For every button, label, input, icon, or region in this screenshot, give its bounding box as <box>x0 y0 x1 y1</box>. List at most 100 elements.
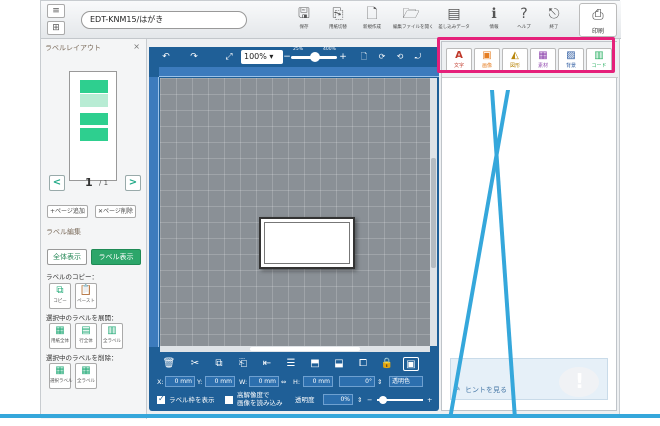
thumbnail-label[interactable] <box>80 112 108 125</box>
help-icon: ? <box>520 6 528 22</box>
next-page-button[interactable]: > <box>125 175 141 191</box>
paste-button[interactable]: 📋 ペースト <box>75 283 97 309</box>
link-icon[interactable]: ⇔ <box>281 376 286 388</box>
height-field[interactable]: 0 mm <box>303 376 333 387</box>
angle-stepper-icon[interactable]: ⇕ <box>377 376 382 388</box>
lock-icon[interactable]: 🔒 <box>379 357 395 371</box>
exclamation-icon: ! <box>575 369 585 393</box>
menu-icon[interactable]: ≡ <box>47 4 65 18</box>
show-frame-label: ラベル枠を表示 <box>169 396 215 404</box>
callout-baseline <box>0 414 660 418</box>
opacity-minus-icon[interactable]: − <box>367 396 372 404</box>
opacity-stepper-icon[interactable]: ⇕ <box>357 396 362 404</box>
zoom-slider-handle[interactable] <box>310 52 320 62</box>
page-navigator: < 1 / 1 > <box>49 175 141 193</box>
exit-icon: ⎋ <box>548 6 560 22</box>
hint-link[interactable]: ヒントを見る <box>465 385 507 395</box>
open-file-button[interactable]: 🗁 編集ファイルを開く <box>391 5 434 37</box>
expand-labels-button[interactable]: ▥ 全ラベル <box>101 323 123 349</box>
options-row: ✓ ラベル枠を表示 高解像度で 画像を読み込み 透明度 0% ⇕ − + <box>155 391 435 409</box>
y-field[interactable]: 0 mm <box>205 376 235 387</box>
fit-screen-icon[interactable]: ⤢ <box>221 50 237 64</box>
rotate-0-icon[interactable]: 🗋 <box>357 50 371 64</box>
transparent-color-button[interactable]: 透明色 <box>389 376 423 387</box>
merge-data-button[interactable]: ▤ 差し込みデータ <box>435 5 473 37</box>
grid-view-icon[interactable]: ⊞ <box>47 21 65 35</box>
file-title-field[interactable]: EDT-KNM15/はがき <box>81 11 247 29</box>
rotate-180-icon[interactable]: ⟲ <box>393 50 407 64</box>
layout-thumbnail[interactable] <box>69 71 117 181</box>
printer-icon: ⎙ <box>592 7 604 23</box>
save-button[interactable]: 🖫 保存 <box>287 5 321 37</box>
opacity-plus-icon[interactable]: + <box>427 396 432 404</box>
rotate-90-icon[interactable]: ⟳ <box>375 50 389 64</box>
label-card[interactable] <box>259 217 355 269</box>
vertical-scrollbar[interactable] <box>430 78 437 346</box>
zoom-select[interactable]: 100% ▾ <box>241 50 283 64</box>
zoom-min-label: 25% <box>293 47 304 52</box>
new-file-icon: 🗋 <box>366 6 378 22</box>
page-switch-button[interactable]: ⎘ 用紙切替 <box>321 5 355 37</box>
group-icon[interactable]: ⧠ <box>355 357 371 371</box>
zoom-in-icon[interactable]: + <box>339 50 347 64</box>
horizontal-scrollbar[interactable] <box>160 346 430 352</box>
info-button[interactable]: ℹ 情報 <box>477 5 511 37</box>
label-layout-panel: ラベルレイアウト × < 1 / 1 > +ページ追加 ✕ページ削除 ラベル編集… <box>41 39 147 419</box>
checkmark-icon: ✓ <box>158 394 165 403</box>
horizontal-scroll-thumb[interactable] <box>250 347 360 351</box>
trash-icon[interactable]: 🗑 <box>161 357 177 371</box>
canvas-toolbar: ↶ ↷ ⤢ 100% ▾ − 25% 400% + 🗋 ⟳ ⟲ ⤾ <box>149 47 439 67</box>
coordinate-row: X: 0 mm Y: 0 mm W: 0 mm ⇔ H: 0 mm 0° ⇕ 透… <box>157 376 435 388</box>
delete-selected-icon: ▦ <box>55 365 65 376</box>
expand-row-button[interactable]: ▤ 行全体 <box>75 323 97 349</box>
copy-icon[interactable]: ⧉ <box>211 357 227 371</box>
expand-section-label: 選択中のラベルを展開： <box>46 314 118 322</box>
zoom-out-icon[interactable]: − <box>283 50 291 64</box>
vertical-ruler <box>149 77 159 347</box>
horizontal-ruler <box>159 67 439 77</box>
send-back-icon[interactable]: ⬓ <box>331 357 347 371</box>
thumbnail-label[interactable] <box>80 94 108 107</box>
hires-checkbox[interactable] <box>225 396 233 404</box>
vertical-scroll-thumb[interactable] <box>431 158 436 268</box>
delete-all-button[interactable]: ▦ 全ラベル <box>75 363 97 389</box>
delete-selected-button[interactable]: ▦ 選択ラベル <box>49 363 73 389</box>
show-all-button[interactable]: 全体表示 <box>47 249 87 265</box>
thumbnail-label[interactable] <box>80 80 108 93</box>
x-field[interactable]: 0 mm <box>165 376 195 387</box>
rotate-270-icon[interactable]: ⤾ <box>411 50 425 64</box>
redo-icon[interactable]: ↷ <box>185 50 203 64</box>
opacity-field[interactable]: 0% <box>323 394 353 405</box>
properties-icon[interactable]: ▣ <box>403 357 419 371</box>
help-button[interactable]: ? ヘルプ <box>507 5 541 37</box>
bring-front-icon[interactable]: ⬒ <box>307 357 323 371</box>
hint-box[interactable]: ! ✎ ヒントを見る <box>450 358 608 400</box>
open-file-icon: 🗁 <box>402 6 420 22</box>
paste-icon[interactable]: ⎗ <box>235 357 251 371</box>
hires-label-2: 画像を読み込み <box>237 399 283 407</box>
show-label-button[interactable]: ラベル表示 <box>91 249 141 265</box>
delete-section-label: 選択中のラベルを削除： <box>46 354 118 362</box>
add-page-button[interactable]: +ページ追加 <box>47 205 88 218</box>
distribute-icon[interactable]: ☰ <box>283 357 299 371</box>
new-file-button[interactable]: 🗋 新規作成 <box>355 5 389 37</box>
expand-all-button[interactable]: ▦ 用紙全体 <box>49 323 71 349</box>
print-button[interactable]: ⎙ 印刷 <box>579 3 617 37</box>
delete-page-button[interactable]: ✕ページ削除 <box>95 205 136 218</box>
opacity-slider-handle[interactable] <box>379 396 387 404</box>
design-canvas[interactable] <box>160 78 430 346</box>
thumbnail-label[interactable] <box>80 128 108 141</box>
angle-field[interactable]: 0° <box>339 376 375 387</box>
close-icon[interactable]: × <box>133 42 140 51</box>
copy-button[interactable]: ⧉ コピー <box>49 283 71 309</box>
prev-page-button[interactable]: < <box>49 175 65 191</box>
align-icon[interactable]: ⇤ <box>259 357 275 371</box>
zoom-max-label: 400% <box>323 47 336 52</box>
undo-icon[interactable]: ↶ <box>157 50 175 64</box>
show-frame-checkbox[interactable]: ✓ <box>157 394 165 404</box>
cut-icon[interactable]: ✂ <box>187 357 203 371</box>
editor-area: ↶ ↷ ⤢ 100% ▾ − 25% 400% + 🗋 ⟳ ⟲ ⤾ 🗑 ✂ ⧉ … <box>149 47 439 411</box>
info-icon: ℹ <box>491 6 497 22</box>
width-field[interactable]: 0 mm <box>249 376 279 387</box>
exit-button[interactable]: ⎋ 終了 <box>537 5 571 37</box>
